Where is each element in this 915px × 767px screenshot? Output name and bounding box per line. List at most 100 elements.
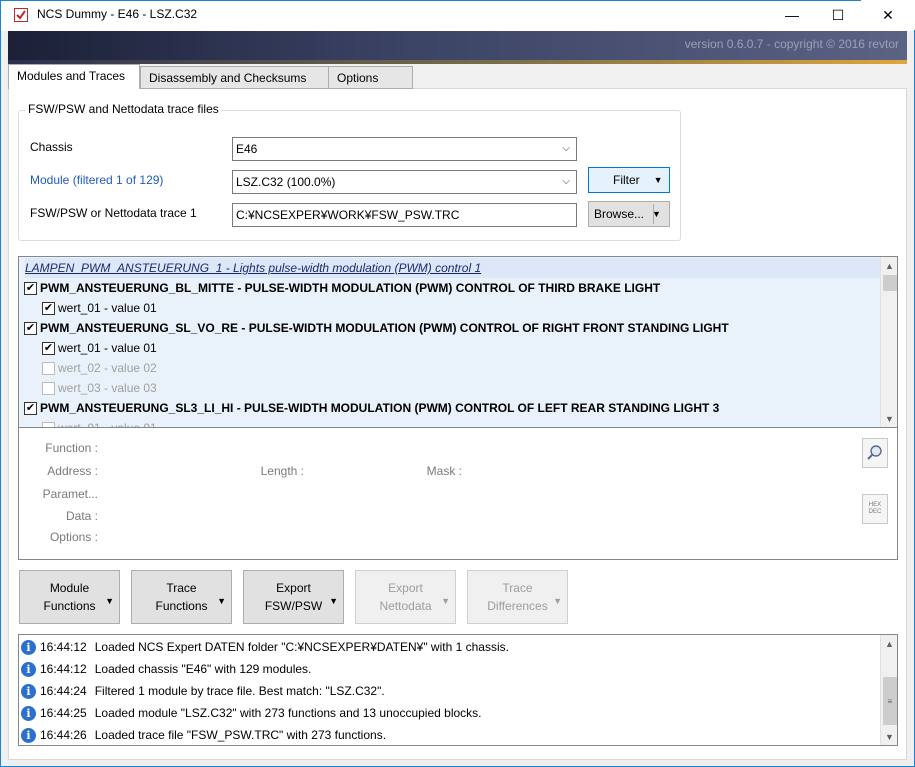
close-button[interactable]: ✕ <box>861 0 915 30</box>
btn-line1: Trace <box>502 581 533 595</box>
address-label: Address : <box>47 464 98 478</box>
chassis-select[interactable]: E46 ⌵ <box>232 137 577 161</box>
chevron-down-icon: ⌵ <box>562 143 570 154</box>
log-message: Filtered 1 module by trace file. Best ma… <box>94 684 385 698</box>
maximize-button[interactable]: ☐ <box>815 0 861 30</box>
scroll-down-icon[interactable]: ▼ <box>881 728 897 745</box>
log-entry[interactable]: i 16:44:12 Loaded chassis "E46" with 129 m… <box>21 659 311 679</box>
dropdown-arrow-icon: ▼ <box>653 175 663 185</box>
dropdown-arrow-icon: ▼ <box>105 596 114 606</box>
scroll-thumb[interactable] <box>883 275 897 291</box>
function-tree[interactable]: LAMPEN_PWM_ANSTEUERUNG_1 - Lights pulse-… <box>18 256 898 428</box>
tab-disassembly-and-checksums[interactable]: Disassembly and Checksums <box>140 66 329 89</box>
row-text: wert_01 - value 01 <box>58 301 157 315</box>
log-entry[interactable]: i 16:44:12 Loaded NCS Expert DATEN folder … <box>21 637 509 657</box>
options-label: Options : <box>49 530 98 544</box>
dropdown-arrow-icon: ▼ <box>553 596 562 606</box>
scroll-up-icon[interactable]: ▲ <box>881 635 897 652</box>
log-message: Loaded module "LSZ.C32" with 273 functio… <box>94 706 482 720</box>
tree-value-row[interactable]: wert_02 - value 02 <box>42 358 897 378</box>
btn-line1: Module <box>49 581 90 595</box>
scroll-thumb[interactable]: ≡ <box>883 677 897 725</box>
row-checkbox[interactable]: ✔ <box>42 341 55 355</box>
info-icon: i <box>21 639 36 655</box>
data-label: Data : <box>65 509 98 523</box>
window-title: NCS Dummy - E46 - LSZ.C32 <box>37 7 198 21</box>
row-text: PWM_ANSTEUERUNG_SL3_LI_HI - PULSE-WIDTH … <box>40 401 720 415</box>
filter-label: Filter <box>613 173 640 187</box>
dropdown-arrow-icon: ▼ <box>329 596 338 606</box>
chassis-label: Chassis <box>30 140 73 154</box>
log-scrollbar[interactable]: ▲ ≡ ▼ <box>880 635 897 745</box>
hex-text: HEX <box>868 502 882 508</box>
app-checkbox-icon <box>14 8 28 22</box>
row-checkbox[interactable] <box>42 381 55 395</box>
browse-label: Browse... <box>594 207 645 221</box>
version-text: version 0.6.0.7 - copyright © 2016 revto… <box>684 37 899 51</box>
log-list[interactable]: i 16:44:12 Loaded NCS Expert DATEN folder … <box>18 634 898 746</box>
log-time: 16:44:12 <box>40 662 87 676</box>
export-nettodata-button[interactable]: Export Nettodata ▼ <box>355 570 456 624</box>
row-text: wert_01 - value 01 <box>58 421 157 428</box>
log-message: Loaded trace file "FSW_PSW.TRC" with 273… <box>94 728 387 742</box>
function-label: Function : <box>45 441 98 455</box>
trace-file-input[interactable]: C:¥NCSEXPER¥WORK¥FSW_PSW.TRC <box>232 203 577 227</box>
info-icon: i <box>21 661 36 677</box>
chassis-value: E46 <box>236 142 258 156</box>
row-checkbox[interactable]: ✔ <box>24 281 37 295</box>
info-icon: i <box>21 727 36 743</box>
hex-dec-toggle-icon[interactable]: HEX DEC <box>862 494 888 524</box>
btn-line1: Trace <box>166 581 197 595</box>
tab-options[interactable]: Options <box>328 66 413 89</box>
mask-label: Mask : <box>426 464 462 478</box>
export-fsw-psw-button[interactable]: Export FSW/PSW ▼ <box>243 570 344 624</box>
dropdown-arrow-icon: ▼ <box>217 596 226 606</box>
row-text: wert_02 - value 02 <box>58 361 157 375</box>
tab-modules-and-traces[interactable]: Modules and Traces <box>8 64 140 89</box>
group-title: FSW/PSW and Nettodata trace files <box>25 102 222 116</box>
row-checkbox[interactable]: ✔ <box>42 301 55 315</box>
row-checkbox[interactable] <box>42 361 55 375</box>
module-label[interactable]: Module (filtered 1 of 129) <box>30 173 163 187</box>
log-entry[interactable]: i 16:44:25 Loaded module "LSZ.C32" with 27… <box>21 703 482 723</box>
btn-line2: Nettodata <box>379 599 432 613</box>
browse-button[interactable]: Browse... ▼ <box>588 201 670 227</box>
row-checkbox[interactable]: ✔ <box>24 321 37 335</box>
log-time: 16:44:24 <box>40 684 87 698</box>
tree-header[interactable]: LAMPEN_PWM_ANSTEUERUNG_1 - Lights pulse-… <box>25 258 887 278</box>
trace-functions-button[interactable]: Trace Functions ▼ <box>131 570 232 624</box>
tree-scrollbar[interactable]: ▲ ▼ <box>880 257 897 427</box>
tree-function-row[interactable]: ✔ PWM_ANSTEUERUNG_SL_VO_RE - PULSE-WIDTH … <box>24 318 886 338</box>
info-icon: i <box>21 683 36 699</box>
log-entry[interactable]: i 16:44:24 Filtered 1 module by trace file… <box>21 681 385 701</box>
btn-line1: Export <box>388 581 423 595</box>
tree-value-row[interactable]: wert_03 - value 03 <box>42 378 897 398</box>
info-icon: i <box>21 705 36 721</box>
chevron-down-icon: ⌵ <box>562 176 570 187</box>
filter-button[interactable]: Filter ▼ <box>588 167 670 193</box>
log-entry[interactable]: i 16:44:26 Loaded trace file "FSW_PSW.TRC"… <box>21 725 386 745</box>
minimize-button[interactable]: — <box>769 0 815 30</box>
scroll-up-icon[interactable]: ▲ <box>881 257 897 274</box>
row-checkbox[interactable]: ✔ <box>24 401 37 415</box>
module-value: LSZ.C32 (100.0%) <box>236 175 336 189</box>
tree-function-row[interactable]: ✔ PWM_ANSTEUERUNG_SL3_LI_HI - PULSE-WIDTH… <box>24 398 886 418</box>
module-select[interactable]: LSZ.C32 (100.0%) ⌵ <box>232 170 577 194</box>
tree-value-row[interactable]: ✔ wert_01 - value 01 <box>42 298 897 318</box>
module-functions-button[interactable]: Module Functions ▼ <box>19 570 120 624</box>
btn-line2: Functions <box>155 599 208 613</box>
log-time: 16:44:12 <box>40 640 87 654</box>
scroll-down-icon[interactable]: ▼ <box>881 410 897 427</box>
log-time: 16:44:26 <box>40 728 87 742</box>
tree-header-text: LAMPEN_PWM_ANSTEUERUNG_1 - Lights pulse-… <box>25 261 482 275</box>
tree-function-row[interactable]: ✔ PWM_ANSTEUERUNG_BL_MITTE - PULSE-WIDTH … <box>24 278 886 298</box>
trace-differences-button[interactable]: Trace Differences ▼ <box>467 570 568 624</box>
log-message: Loaded NCS Expert DATEN folder "C:¥NCSEX… <box>94 640 509 654</box>
row-text: PWM_ANSTEUERUNG_SL_VO_RE - PULSE-WIDTH M… <box>40 321 729 335</box>
log-message: Loaded chassis "E46" with 129 modules. <box>94 662 312 676</box>
tree-value-row[interactable]: wert_01 - value 01 <box>42 418 897 428</box>
tree-value-row[interactable]: ✔ wert_01 - value 01 <box>42 338 897 358</box>
trace-label: FSW/PSW or Nettodata trace 1 <box>30 206 197 220</box>
search-button[interactable] <box>862 438 888 468</box>
row-text: wert_03 - value 03 <box>58 381 157 395</box>
